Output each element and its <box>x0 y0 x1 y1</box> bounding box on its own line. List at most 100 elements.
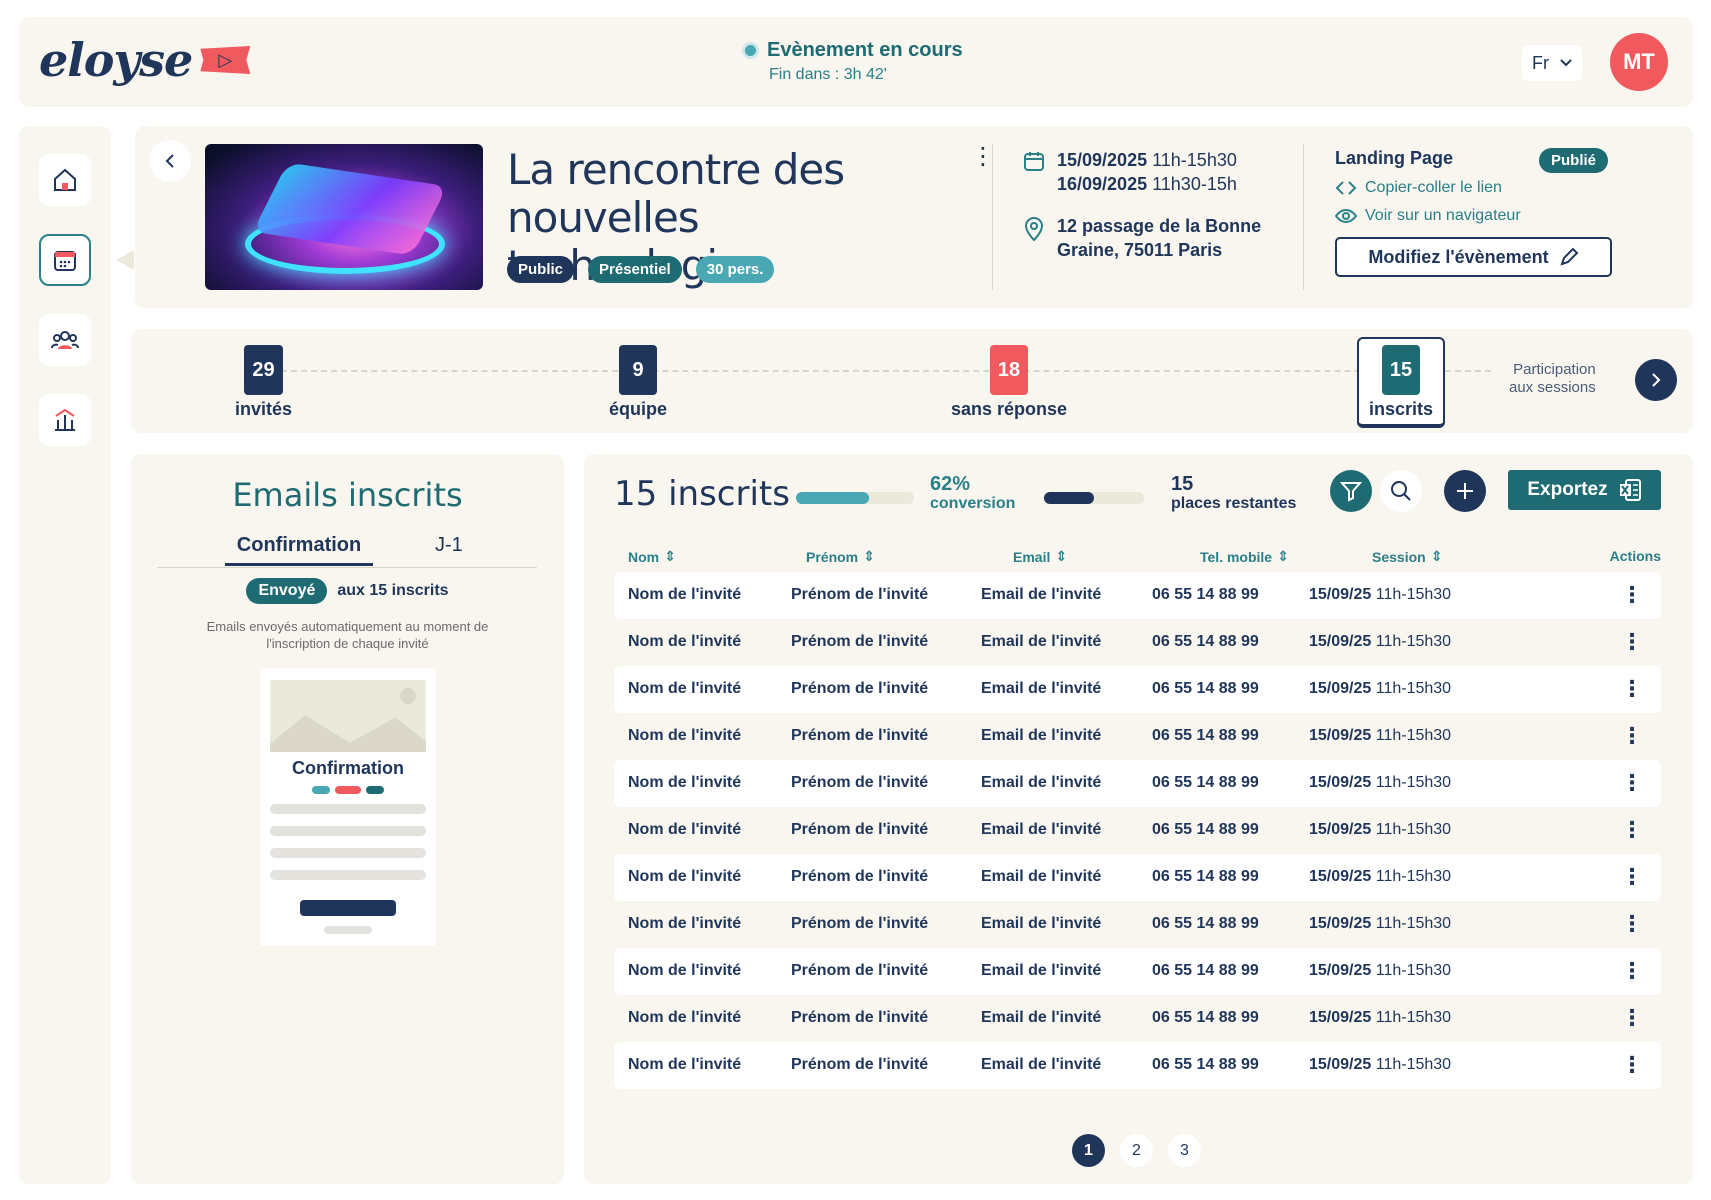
cell-session-time: 11h-15h30 <box>1375 727 1452 744</box>
status-remaining: Fin dans : 3h 42' <box>769 66 887 83</box>
cell-prenom: Prénom de l'invité <box>791 633 929 650</box>
row-actions-icon[interactable]: ⋮ <box>1621 1005 1643 1031</box>
stat-invites[interactable]: 29 invités <box>235 345 292 420</box>
cell-nom: Nom de l'invité <box>628 774 742 791</box>
sessions-next-button[interactable] <box>1635 359 1677 401</box>
cell-email: Email de l'invité <box>981 915 1102 932</box>
stat-no-answer[interactable]: 18 sans réponse <box>951 345 1067 420</box>
copy-link[interactable]: Copier-coller le lien <box>1335 179 1635 197</box>
sort-icon: ⇕ <box>1430 548 1443 564</box>
cell-prenom: Prénom de l'invité <box>791 680 929 697</box>
table-row[interactable]: Nom de l'invité Prénom de l'invité Email d… <box>614 1042 1661 1089</box>
registrants-panel: 15 inscrits 62% conversion 15 places res… <box>584 454 1693 1184</box>
page-2-button[interactable]: 2 <box>1120 1134 1153 1167</box>
sidebar-item-contacts[interactable] <box>39 314 91 366</box>
emails-title: Emails inscrits <box>232 476 463 514</box>
edit-event-button[interactable]: Modifiez l'évènement <box>1335 237 1612 277</box>
top-header: eloyse ▷ Evènement en cours Fin dans : 3… <box>19 17 1693 107</box>
row-actions-icon[interactable]: ⋮ <box>1621 676 1643 702</box>
cell-session-time: 11h-15h30 <box>1375 1056 1452 1073</box>
row-actions-icon[interactable]: ⋮ <box>1621 864 1643 890</box>
back-button[interactable] <box>149 140 191 182</box>
email-preview-thumbnail[interactable]: Confirmation <box>260 668 436 946</box>
cell-email: Email de l'invité <box>981 633 1102 650</box>
emails-panel: Emails inscrits Confirmation J-1 Envoyé … <box>131 454 564 1184</box>
page-3-button[interactable]: 3 <box>1168 1134 1201 1167</box>
user-avatar[interactable]: MT <box>1610 33 1668 91</box>
calendar-small-icon <box>1024 152 1044 171</box>
cell-email: Email de l'invité <box>981 774 1102 791</box>
tab-confirmation[interactable]: Confirmation <box>225 534 373 566</box>
column-email[interactable]: Email ⇕ <box>1013 548 1067 565</box>
logo-play-icon: ▷ <box>200 46 251 74</box>
column-tel[interactable]: Tel. mobile ⇕ <box>1200 548 1289 565</box>
link-icon <box>1335 181 1357 195</box>
table-row[interactable]: Nom de l'invité Prénom de l'invité Email d… <box>614 995 1661 1042</box>
row-actions-icon[interactable]: ⋮ <box>1621 629 1643 655</box>
tag-format: Présentiel <box>588 256 682 283</box>
cell-tel: 06 55 14 88 99 <box>1152 727 1259 744</box>
date-1-time: 11h-15h30 <box>1152 150 1237 170</box>
view-in-browser-link[interactable]: Voir sur un navigateur <box>1335 207 1635 225</box>
table-row[interactable]: Nom de l'invité Prénom de l'invité Email d… <box>614 948 1661 995</box>
cell-session-time: 11h-15h30 <box>1375 962 1452 979</box>
sidebar-item-events[interactable] <box>39 234 91 286</box>
cell-nom: Nom de l'invité <box>628 868 742 885</box>
cell-session: 15/09/25 11h-15h30 <box>1309 774 1451 792</box>
table-row[interactable]: Nom de l'invité Prénom de l'invité Email d… <box>614 854 1661 901</box>
sidebar <box>19 126 111 1184</box>
cell-nom: Nom de l'invité <box>628 915 742 932</box>
conversion-bar <box>796 492 914 504</box>
cell-session-time: 11h-15h30 <box>1375 586 1452 603</box>
stat-team[interactable]: 9 équipe <box>609 345 667 420</box>
sessions-participation: Participation aux sessions <box>1509 361 1596 397</box>
column-nom[interactable]: Nom ⇕ <box>628 548 676 565</box>
sidebar-item-statistics[interactable] <box>39 394 91 446</box>
cell-session: 15/09/25 11h-15h30 <box>1309 1009 1451 1027</box>
table-row[interactable]: Nom de l'invité Prénom de l'invité Email d… <box>614 666 1661 713</box>
tab-j-1[interactable]: J-1 <box>435 534 463 563</box>
stats-connector <box>261 370 1491 372</box>
cell-prenom: Prénom de l'invité <box>791 1056 929 1073</box>
table-row[interactable]: Nom de l'invité Prénom de l'invité Email d… <box>614 760 1661 807</box>
row-actions-icon[interactable]: ⋮ <box>1621 1052 1643 1078</box>
preview-line <box>270 870 426 880</box>
cell-session-date: 15/09/25 <box>1309 915 1372 932</box>
language-select[interactable]: Fr <box>1522 45 1582 81</box>
export-button[interactable]: Exportez <box>1508 470 1661 510</box>
row-actions-icon[interactable]: ⋮ <box>1621 582 1643 608</box>
table-row[interactable]: Nom de l'invité Prénom de l'invité Email d… <box>614 572 1661 619</box>
eloyse-logo[interactable]: eloyse ▷ <box>39 33 251 87</box>
sidebar-item-home[interactable] <box>39 154 91 206</box>
conversion-value: 62% <box>930 473 971 495</box>
table-row[interactable]: Nom de l'invité Prénom de l'invité Email d… <box>614 807 1661 854</box>
chevron-right-icon <box>1652 373 1661 387</box>
table-row[interactable]: Nom de l'invité Prénom de l'invité Email d… <box>614 619 1661 666</box>
stat-no-answer-value: 18 <box>989 345 1029 395</box>
page-1-button[interactable]: 1 <box>1072 1134 1105 1167</box>
cell-session: 15/09/25 11h-15h30 <box>1309 680 1451 698</box>
cell-session-date: 15/09/25 <box>1309 680 1372 697</box>
table-row[interactable]: Nom de l'invité Prénom de l'invité Email d… <box>614 713 1661 760</box>
stat-team-label: équipe <box>609 399 668 419</box>
places-bar <box>1044 492 1144 504</box>
cell-prenom: Prénom de l'invité <box>791 1009 929 1026</box>
column-tel-label: Tel. mobile <box>1200 548 1273 565</box>
row-actions-icon[interactable]: ⋮ <box>1621 723 1643 749</box>
add-registrant-button[interactable] <box>1444 470 1486 512</box>
cell-prenom: Prénom de l'invité <box>791 586 929 603</box>
search-button[interactable] <box>1380 470 1422 512</box>
column-prenom[interactable]: Prénom ⇕ <box>806 548 875 565</box>
cell-session-time: 11h-15h30 <box>1375 774 1452 791</box>
row-actions-icon[interactable]: ⋮ <box>1621 958 1643 984</box>
column-session[interactable]: Session ⇕ <box>1372 548 1442 565</box>
filter-button[interactable] <box>1330 470 1372 512</box>
table-row[interactable]: Nom de l'invité Prénom de l'invité Email d… <box>614 901 1661 948</box>
cell-session: 15/09/25 11h-15h30 <box>1309 727 1451 745</box>
row-actions-icon[interactable]: ⋮ <box>1621 817 1643 843</box>
stat-registered[interactable]: 15 inscrits <box>1357 337 1446 428</box>
cell-tel: 06 55 14 88 99 <box>1152 868 1259 885</box>
row-actions-icon[interactable]: ⋮ <box>1621 770 1643 796</box>
row-actions-icon[interactable]: ⋮ <box>1621 911 1643 937</box>
chevron-down-icon <box>1560 59 1572 67</box>
